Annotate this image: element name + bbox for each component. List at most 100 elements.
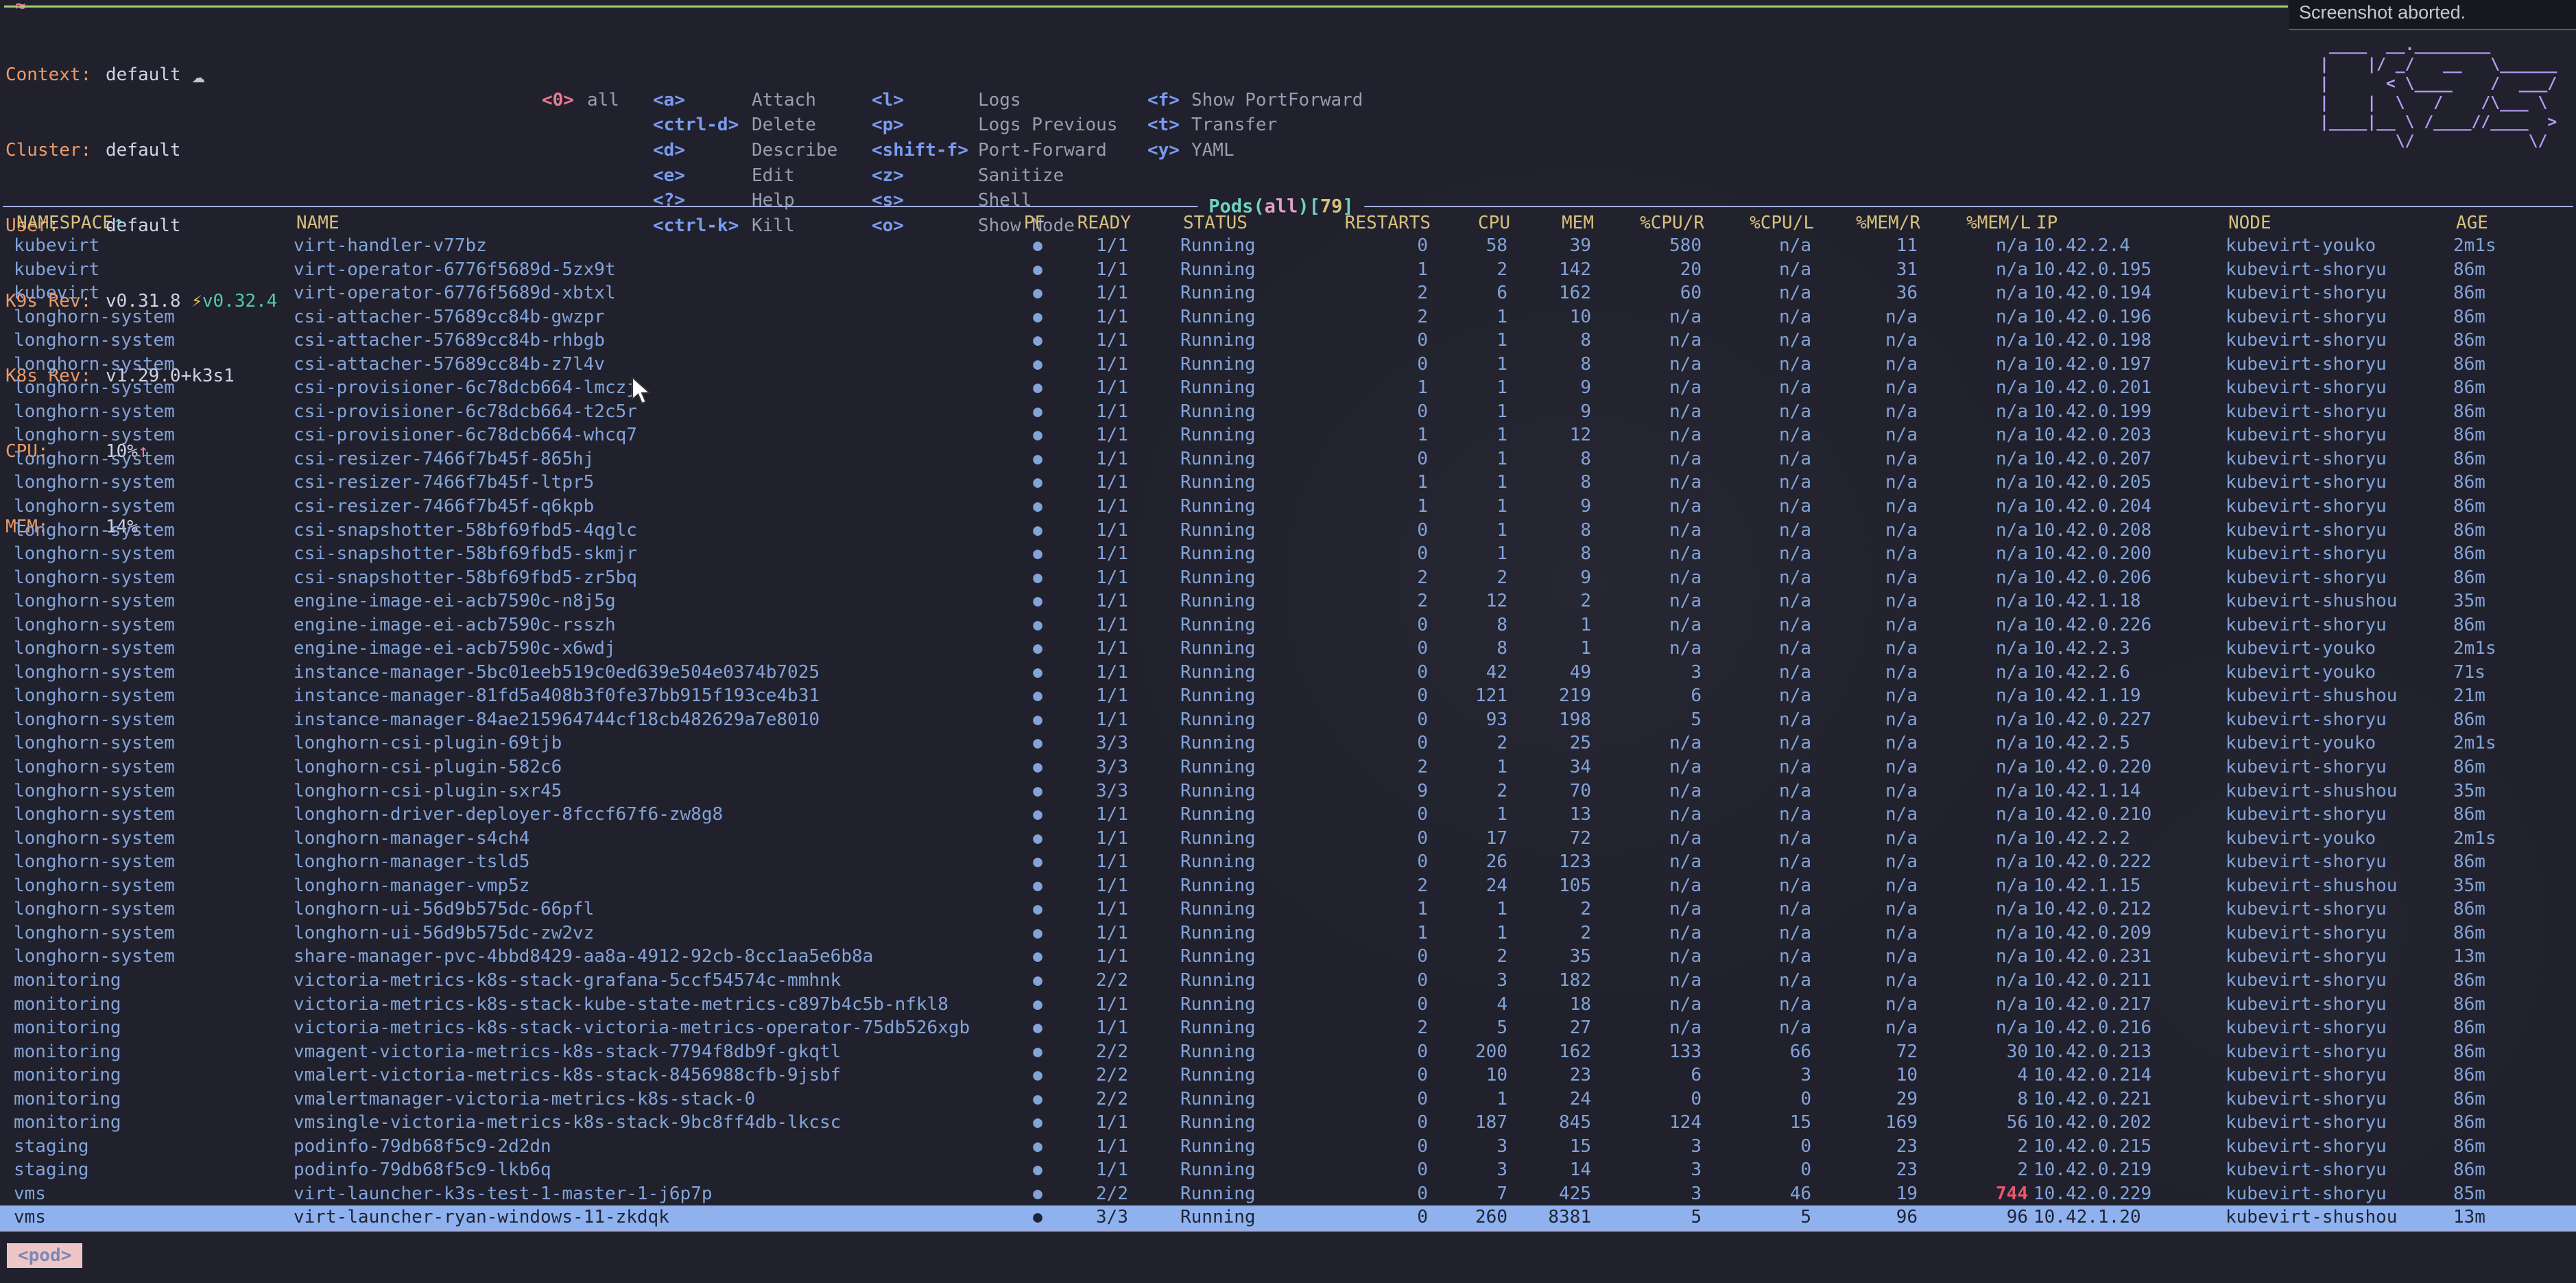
cell-cpu: 1 [1428,542,1507,566]
table-row[interactable]: longhorn-system engine-image-ei-acb7590c… [0,589,2576,613]
table-row[interactable]: longhorn-system csi-resizer-7466f7b45f-8… [0,447,2576,471]
cell-ready: 3/3 [1042,1205,1128,1229]
table-row[interactable]: longhorn-system longhorn-manager-s4ch4 ●… [0,827,2576,851]
cell-mem-l: n/a [1918,589,2028,613]
table-row[interactable]: longhorn-system longhorn-manager-tsld5 ●… [0,850,2576,874]
port-forward-dot-icon: ● [1021,1111,1042,1135]
menu-item[interactable]: <a>Attach [653,88,837,113]
port-forward-dot-icon: ● [1021,637,1042,661]
cell-age: 86m [2448,447,2576,471]
table-row[interactable]: longhorn-system engine-image-ei-acb7590c… [0,637,2576,661]
menu-key: <s> [872,188,978,213]
table-bottom-border [0,1229,2576,1232]
cell-age: 86m [2448,803,2576,827]
table-row[interactable]: longhorn-system csi-resizer-7466f7b45f-q… [0,495,2576,519]
cell-cpu-r: n/a [1591,945,1702,969]
table-row[interactable]: kubevirt virt-handler-v77bz ● 1/1 Runnin… [0,234,2576,258]
cell-node: kubevirt-shushou [2220,1205,2448,1229]
cell-ready: 1/1 [1042,1016,1128,1040]
cell-mem-l: n/a [1918,258,2028,282]
table-row[interactable]: longhorn-system csi-snapshotter-58bf69fb… [0,519,2576,543]
cell-cpu: 4 [1428,993,1507,1017]
menu-item[interactable]: <y>YAML [1147,138,1363,163]
menu-item[interactable]: <shift-f>Port-Forward [872,138,1118,163]
table-row[interactable]: monitoring victoria-metrics-k8s-stack-vi… [0,1016,2576,1040]
table-row[interactable]: staging podinfo-79db68f5c9-2d2dn ● 1/1 R… [0,1135,2576,1159]
table-row[interactable]: longhorn-system longhorn-csi-plugin-582c… [0,755,2576,779]
table-row[interactable]: longhorn-system csi-resizer-7466f7b45f-l… [0,471,2576,495]
table-row[interactable]: longhorn-system longhorn-manager-vmp5z ●… [0,874,2576,898]
menu-item[interactable]: <l>Logs [872,88,1118,113]
cell-ip: 10.42.0.214 [2028,1063,2220,1087]
cell-node: kubevirt-shoryu [2220,495,2448,519]
table-row[interactable]: monitoring vmalert-victoria-metrics-k8s-… [0,1063,2576,1087]
menu-item[interactable]: <t>Transfer [1147,113,1363,138]
cell-mem: 35 [1507,945,1591,969]
table-row[interactable]: longhorn-system engine-image-ei-acb7590c… [0,613,2576,637]
menu-item[interactable]: <d>Describe [653,138,837,163]
cell-mem: 39 [1507,234,1591,258]
breadcrumb-pod[interactable]: <pod> [7,1243,82,1268]
menu-item[interactable]: <0>all [542,88,619,113]
table-row[interactable]: vms virt-launcher-k3s-test-1-master-1-j6… [0,1182,2576,1206]
mouse-cursor [631,376,654,406]
cell-node: kubevirt-shoryu [2220,969,2448,993]
cell-node: kubevirt-shoryu [2220,921,2448,945]
table-row[interactable]: kubevirt virt-operator-6776f5689d-5zx9t … [0,258,2576,282]
cell-age: 86m [2448,1111,2576,1135]
menu-item[interactable]: <f>Show PortForward [1147,88,1363,113]
table-row[interactable]: longhorn-system csi-attacher-57689cc84b-… [0,353,2576,377]
cell-cpu: 1 [1428,329,1507,353]
cell-restarts: 0 [1290,1135,1428,1159]
menu-item[interactable]: <p>Logs Previous [872,113,1118,138]
table-row[interactable]: longhorn-system csi-snapshotter-58bf69fb… [0,542,2576,566]
cell-cpu: 58 [1428,234,1507,258]
table-row[interactable]: longhorn-system csi-snapshotter-58bf69fb… [0,566,2576,590]
table-row[interactable]: staging podinfo-79db68f5c9-lkb6q ● 1/1 R… [0,1158,2576,1182]
table-row[interactable]: vms virt-launcher-ryan-windows-11-zkdqk … [0,1205,2576,1229]
table-row[interactable]: longhorn-system longhorn-ui-56d9b575dc-6… [0,897,2576,921]
k9s-ascii-logo: ____ __.________ | |/ _/ __ \______ | < … [2319,36,2557,151]
menu-item[interactable]: <?>Help [653,188,837,213]
cell-namespace: longhorn-system [0,779,294,803]
table-row[interactable]: longhorn-system csi-provisioner-6c78dcb6… [0,423,2576,447]
table-row[interactable]: monitoring vmalertmanager-victoria-metri… [0,1087,2576,1111]
table-row[interactable]: longhorn-system csi-provisioner-6c78dcb6… [0,400,2576,424]
cell-age: 86m [2448,400,2576,424]
menu-key: <p> [872,113,978,138]
table-row[interactable]: longhorn-system instance-manager-5bc01ee… [0,661,2576,685]
cell-ready: 1/1 [1042,519,1128,543]
table-row[interactable]: monitoring victoria-metrics-k8s-stack-ku… [0,993,2576,1017]
cell-cpu: 260 [1428,1205,1507,1229]
cell-cpu-l: n/a [1702,329,1811,353]
table-row[interactable]: longhorn-system longhorn-csi-plugin-sxr4… [0,779,2576,803]
menu-item[interactable]: <e>Edit [653,163,837,189]
cell-mem-r: n/a [1811,827,1918,851]
table-row[interactable]: longhorn-system csi-attacher-57689cc84b-… [0,329,2576,353]
table-row[interactable]: monitoring vmagent-victoria-metrics-k8s-… [0,1040,2576,1064]
table-row[interactable]: longhorn-system csi-provisioner-6c78dcb6… [0,376,2576,400]
menu-key: <d> [653,138,752,163]
cell-mem-l: 2 [1918,1158,2028,1182]
table-row[interactable]: longhorn-system instance-manager-84ae215… [0,708,2576,732]
table-row[interactable]: longhorn-system instance-manager-81fd5a4… [0,684,2576,708]
cell-pod-name: csi-resizer-7466f7b45f-865hj [294,447,1021,471]
menu-item[interactable]: <s>Shell [872,188,1118,213]
table-row[interactable]: longhorn-system share-manager-pvc-4bbd84… [0,945,2576,969]
table-row[interactable]: monitoring vmsingle-victoria-metrics-k8s… [0,1111,2576,1135]
menu-item[interactable]: <z>Sanitize [872,163,1118,189]
cell-cpu-r: n/a [1591,353,1702,377]
cell-cpu: 1 [1428,755,1507,779]
table-row[interactable]: monitoring victoria-metrics-k8s-stack-gr… [0,969,2576,993]
cell-mem-r: n/a [1811,566,1918,590]
cell-age: 86m [2448,708,2576,732]
table-row[interactable]: kubevirt virt-operator-6776f5689d-xbtxl … [0,281,2576,305]
cell-mem-r: n/a [1811,353,1918,377]
menu-item[interactable]: <ctrl-d>Delete [653,113,837,138]
cell-ready: 1/1 [1042,258,1128,282]
table-row[interactable]: longhorn-system csi-attacher-57689cc84b-… [0,305,2576,329]
table-row[interactable]: longhorn-system longhorn-csi-plugin-69tj… [0,731,2576,755]
table-row[interactable]: longhorn-system longhorn-ui-56d9b575dc-z… [0,921,2576,945]
cell-restarts: 2 [1290,566,1428,590]
table-row[interactable]: longhorn-system longhorn-driver-deployer… [0,803,2576,827]
